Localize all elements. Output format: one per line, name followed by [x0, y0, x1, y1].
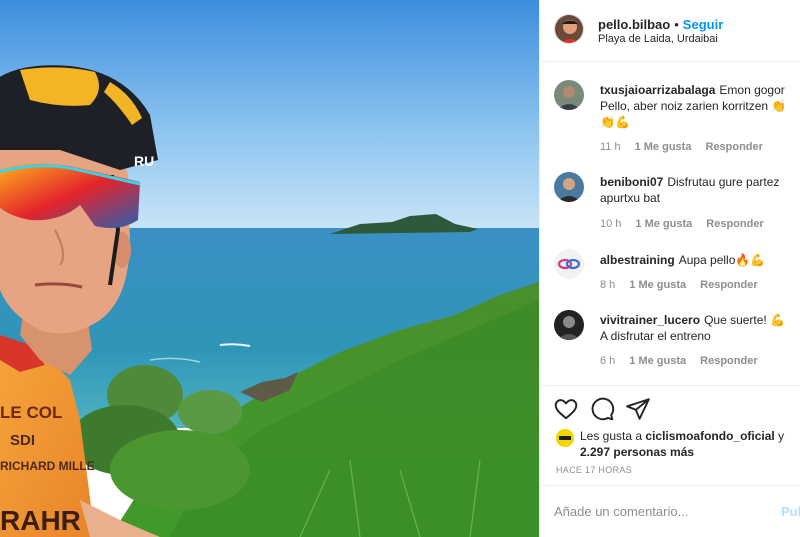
comment-meta: 6 h 1 Me gusta Responder — [600, 355, 772, 367]
author-line: pello.bilbao • Seguir — [598, 17, 723, 32]
liked-by-prefix: Les gusta a — [580, 429, 643, 443]
comment-time[interactable]: 8 h — [600, 279, 615, 291]
svg-text:LE COL: LE COL — [0, 403, 62, 422]
comment-username[interactable]: albestraining — [600, 253, 675, 267]
liked-by-user[interactable]: ciclismoafondo_oficial — [645, 429, 774, 443]
follow-button[interactable]: Seguir — [683, 17, 723, 32]
comment-input[interactable] — [554, 500, 764, 522]
publish-button[interactable]: Publicar — [781, 504, 800, 519]
comment-text: Aupa pello🔥💪 — [678, 253, 766, 267]
author-username[interactable]: pello.bilbao — [598, 17, 670, 32]
svg-text:RU: RU — [134, 153, 154, 169]
comment-username[interactable]: vivitrainer_lucero — [600, 313, 700, 327]
comments-list: txusjaioarrizabalaga Emon gogor Pello, ab… — [540, 62, 800, 385]
comment-text-block: txusjaioarrizabalaga Emon gogor Pello, ab… — [600, 82, 790, 130]
svg-text:RICHARD MILLE: RICHARD MILLE — [0, 459, 95, 473]
comment-username[interactable]: beniboni07 — [600, 175, 663, 189]
liked-by-others[interactable]: 2.297 personas más — [580, 445, 694, 459]
comment-likes[interactable]: 1 Me gusta — [635, 218, 692, 230]
liked-by: Les gusta a ciclismoafondo_oficial y 2.29… — [556, 428, 796, 460]
comment-meta: 11 h 1 Me gusta Responder — [600, 141, 777, 153]
commenter-avatar[interactable] — [554, 80, 584, 110]
paper-plane-icon[interactable] — [625, 396, 651, 422]
comment-time[interactable]: 11 h — [600, 141, 621, 153]
post-location[interactable]: Playa de Laida, Urdaibai — [598, 33, 718, 45]
svg-text:SDI: SDI — [10, 432, 35, 449]
liked-by-connector: y — [778, 429, 785, 443]
comment-likes[interactable]: 1 Me gusta — [629, 355, 686, 367]
author-avatar[interactable] — [554, 14, 584, 44]
liked-by-text: Les gusta a ciclismoafondo_oficial y 2.29… — [556, 428, 796, 460]
comment-reply-button[interactable]: Responder — [700, 279, 757, 291]
separator-dot: • — [674, 17, 679, 32]
comment-likes[interactable]: 1 Me gusta — [635, 141, 692, 153]
comment-bubble-icon[interactable] — [589, 396, 615, 422]
post-photo[interactable]: RU LE COL SDI RICHARD MILLE RAHR — [0, 0, 539, 537]
add-comment-bar: Publicar — [540, 485, 800, 537]
comment-username[interactable]: txusjaioarrizabalaga — [600, 83, 715, 97]
commenter-avatar[interactable] — [554, 310, 584, 340]
comment-reply-button[interactable]: Responder — [705, 141, 762, 153]
post-actions: Les gusta a ciclismoafondo_oficial y 2.29… — [540, 385, 800, 485]
comment-text-block: vivitrainer_lucero Que suerte! 💪 A disfru… — [600, 312, 790, 344]
comment-likes[interactable]: 1 Me gusta — [629, 279, 686, 291]
comment-reply-button[interactable]: Responder — [700, 355, 757, 367]
comment-meta: 8 h 1 Me gusta Responder — [600, 279, 772, 291]
instagram-post-view: RU LE COL SDI RICHARD MILLE RAHR pello.b… — [0, 0, 800, 537]
commenter-avatar[interactable] — [554, 172, 584, 202]
comment-reply-button[interactable]: Responder — [706, 218, 763, 230]
post-side-panel: pello.bilbao • Seguir Playa de Laida, Urda… — [539, 0, 800, 537]
post-header: pello.bilbao • Seguir Playa de Laida, Urda… — [540, 0, 800, 62]
post-time-ago[interactable]: HACE 17 HORAS — [556, 465, 632, 475]
comment-time[interactable]: 6 h — [600, 355, 615, 367]
heart-icon[interactable] — [553, 396, 579, 422]
comment-meta: 10 h 1 Me gusta Responder — [600, 218, 778, 230]
comment-text-block: beniboni07 Disfrutau gure partez apurtxu … — [600, 174, 790, 206]
liker-avatar[interactable] — [556, 429, 574, 447]
comment-text-block: albestraining Aupa pello🔥💪 — [600, 252, 790, 268]
svg-text:RAHR: RAHR — [0, 505, 81, 536]
comment-time[interactable]: 10 h — [600, 218, 621, 230]
commenter-avatar[interactable] — [554, 249, 584, 279]
